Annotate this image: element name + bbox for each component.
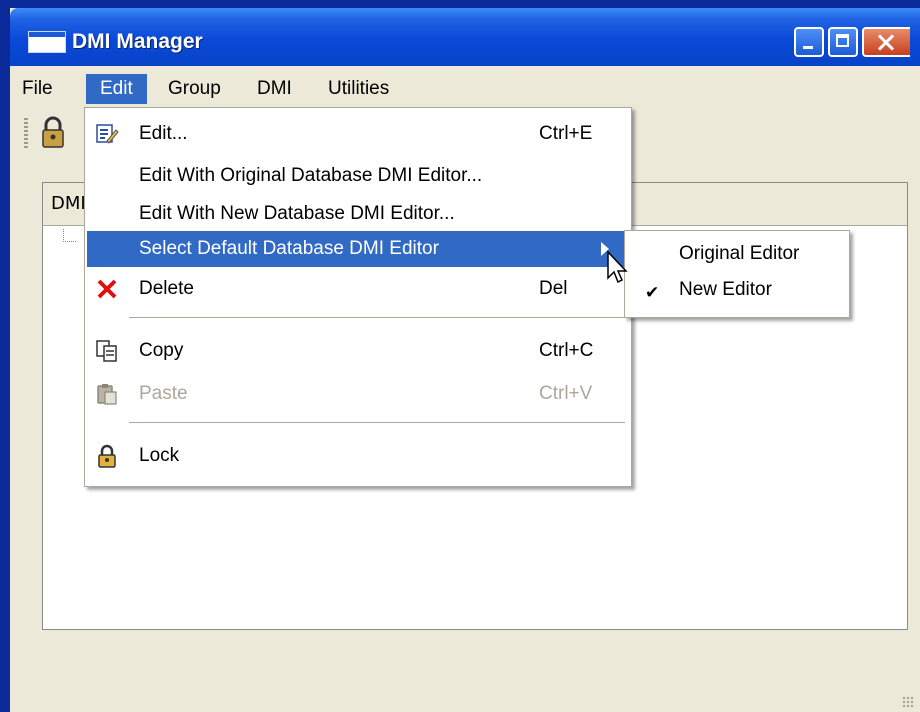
submenu-item-label: New Editor bbox=[679, 279, 772, 300]
menu-item-label: Delete bbox=[139, 278, 194, 299]
menu-item-edit-original-editor[interactable]: Edit With Original Database DMI Editor..… bbox=[87, 158, 629, 194]
app-window-icon bbox=[28, 31, 66, 53]
edit-menu-dropdown: Edit... Ctrl+E Edit With Original Databa… bbox=[84, 107, 632, 487]
lock-icon bbox=[42, 116, 64, 148]
menu-separator bbox=[129, 422, 625, 423]
paste-icon bbox=[97, 384, 117, 405]
lock-icon bbox=[98, 444, 116, 468]
edit-icon bbox=[96, 124, 119, 144]
delete-icon bbox=[97, 279, 117, 299]
menu-item-edit[interactable]: Edit... Ctrl+E bbox=[87, 116, 629, 152]
maximize-button[interactable] bbox=[828, 27, 858, 57]
menu-item-shortcut: Ctrl+C bbox=[539, 340, 594, 361]
menu-item-label: Paste bbox=[139, 383, 188, 404]
toolbar-grip[interactable] bbox=[24, 118, 28, 148]
lock-toolbar-button[interactable] bbox=[38, 116, 68, 154]
mouse-cursor-icon bbox=[607, 250, 628, 284]
menu-dmi[interactable]: DMI bbox=[257, 78, 292, 100]
menu-item-edit-new-editor[interactable]: Edit With New Database DMI Editor... bbox=[87, 196, 629, 232]
window-title: DMI Manager bbox=[72, 30, 203, 53]
menu-item-shortcut: Ctrl+V bbox=[539, 383, 593, 404]
submenu-item-new-editor[interactable]: ✔ New Editor bbox=[625, 273, 849, 309]
menu-item-label: Edit With Original Database DMI Editor..… bbox=[139, 165, 483, 186]
menu-item-label: Lock bbox=[139, 445, 180, 466]
menu-separator bbox=[129, 317, 625, 318]
menu-item-copy[interactable]: Copy Ctrl+C bbox=[87, 333, 629, 369]
menu-item-lock[interactable]: Lock bbox=[87, 438, 629, 474]
tree-connector bbox=[63, 229, 76, 242]
close-button[interactable] bbox=[862, 27, 910, 57]
menu-item-delete[interactable]: Delete Del bbox=[87, 271, 629, 307]
menu-edit[interactable]: Edit bbox=[86, 74, 147, 104]
menu-item-label: Edit... bbox=[139, 123, 188, 144]
menu-item-paste[interactable]: Paste Ctrl+V bbox=[87, 376, 629, 412]
column-header-label: DMI bbox=[51, 193, 86, 214]
copy-icon bbox=[96, 340, 117, 362]
menu-bar: File Edit Group DMI Utilities bbox=[10, 66, 920, 112]
menu-item-label: Copy bbox=[139, 340, 184, 361]
menu-item-label: Edit With New Database DMI Editor... bbox=[139, 203, 455, 224]
title-bar[interactable]: DMI Manager bbox=[10, 8, 920, 66]
resize-grip[interactable] bbox=[902, 696, 914, 708]
menu-item-label: Select Default Database DMI Editor bbox=[139, 238, 439, 259]
menu-file[interactable]: File bbox=[22, 78, 53, 100]
menu-item-shortcut: Ctrl+E bbox=[539, 123, 593, 144]
default-editor-submenu: Original Editor ✔ New Editor bbox=[624, 230, 850, 318]
menu-utilities[interactable]: Utilities bbox=[328, 78, 389, 100]
menu-item-shortcut: Del bbox=[539, 278, 568, 299]
checkmark-icon: ✔ bbox=[645, 283, 660, 302]
submenu-item-original-editor[interactable]: Original Editor bbox=[625, 237, 849, 273]
minimize-button[interactable] bbox=[794, 27, 824, 57]
submenu-item-label: Original Editor bbox=[679, 243, 800, 264]
menu-group[interactable]: Group bbox=[168, 78, 221, 100]
menu-item-select-default-editor[interactable]: Select Default Database DMI Editor bbox=[87, 231, 629, 267]
